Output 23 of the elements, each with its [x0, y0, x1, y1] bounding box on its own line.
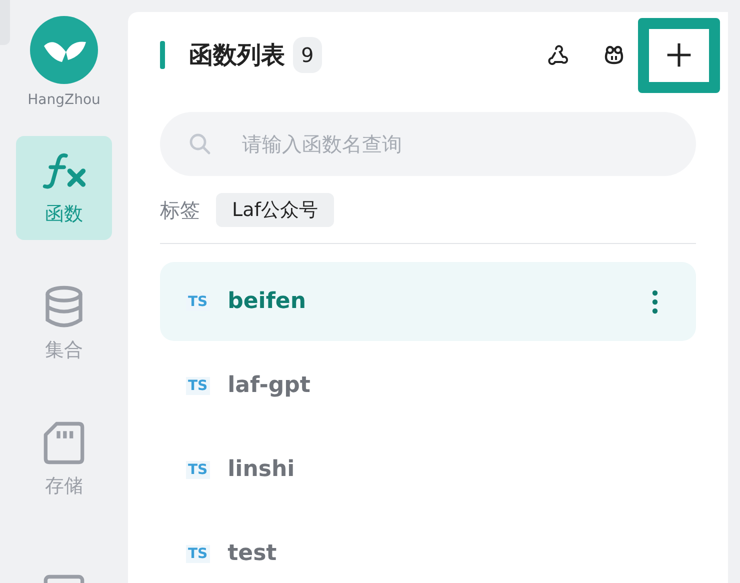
sd-card-icon — [41, 421, 87, 465]
function-item[interactable]: TS beifen — [160, 262, 696, 341]
title-accent-bar — [160, 41, 165, 69]
language-badge: TS — [186, 460, 210, 478]
more-icon[interactable] — [652, 290, 658, 314]
count-badge: 9 — [293, 37, 322, 73]
function-item[interactable]: TS laf-gpt — [160, 346, 696, 425]
panel-title: 函数列表 — [189, 40, 285, 71]
region-label: HangZhou — [28, 92, 100, 108]
nav-item[interactable]: 函数 — [16, 136, 112, 240]
tags-label: 标签 — [160, 196, 200, 224]
language-badge: TS — [186, 544, 210, 562]
search-field[interactable]: 请输入函数名查询 — [160, 112, 696, 176]
plus-icon — [665, 41, 693, 69]
function-item[interactable]: TS linshi — [160, 430, 696, 509]
function-name: laf-gpt — [228, 373, 312, 398]
tag-chip[interactable]: Laf公众号 — [216, 193, 334, 227]
function-item[interactable]: TS test — [160, 514, 696, 583]
function-name: linshi — [228, 457, 296, 482]
language-badge: TS — [186, 376, 210, 394]
function-name: test — [228, 541, 278, 566]
function-name: beifen — [228, 289, 308, 314]
logo-icon — [30, 16, 98, 84]
